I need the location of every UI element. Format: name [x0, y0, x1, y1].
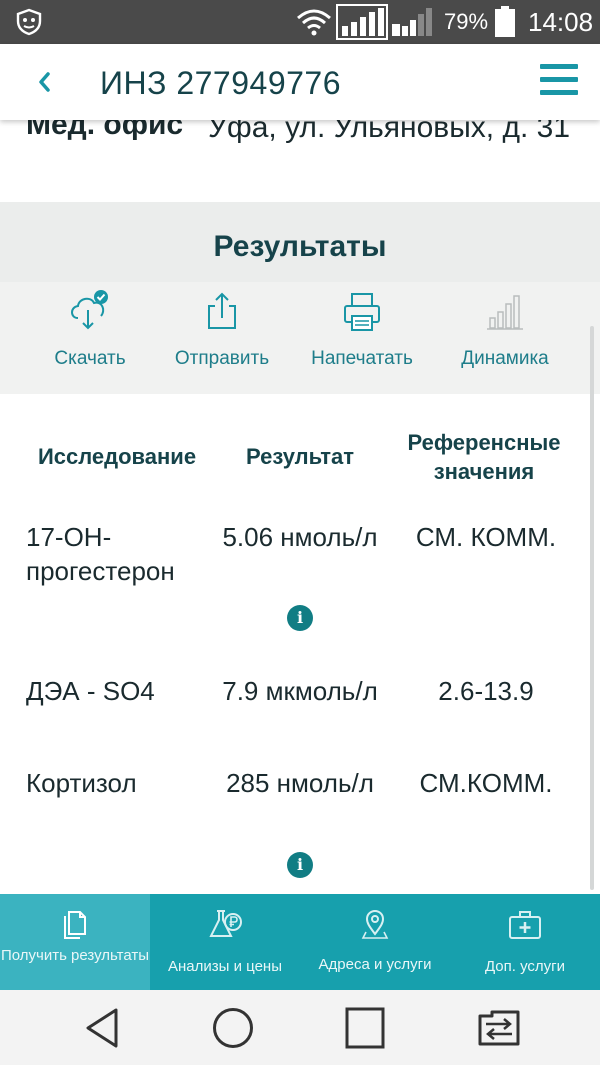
column-header-result: Результат [245, 444, 355, 469]
medical-kit-icon [509, 911, 541, 939]
scrollbar[interactable] [590, 326, 594, 890]
row-3-study: Кортизол [26, 768, 137, 798]
recents-square-icon[interactable] [344, 1006, 386, 1050]
tab-extra-services[interactable]: Доп. услуги [450, 894, 600, 990]
row-3-reference: СМ.КОММ. [419, 768, 553, 798]
print-label: Напечатать [311, 348, 413, 369]
app-header: ИНЗ 277949776 [0, 44, 600, 120]
tab-addresses-services-label: Адреса и услуги [318, 956, 432, 973]
status-bar: 79% 14:08 [0, 0, 600, 44]
row-3-result: 285 нмоль/л [226, 768, 374, 798]
signal-sim2-icon [392, 8, 432, 36]
back-triangle-icon[interactable] [82, 1006, 122, 1050]
results-table: Исследование Результат Референсные значе… [0, 394, 600, 894]
row-2-study: ДЭА - SO4 [26, 676, 155, 706]
tab-addresses-services[interactable]: Адреса и услуги [300, 894, 450, 990]
signal-sim1-icon [336, 4, 388, 40]
office-label: Мед. офис [26, 120, 184, 141]
map-pin-icon [361, 909, 389, 939]
home-circle-icon[interactable] [211, 1006, 255, 1050]
chevron-left-icon[interactable] [34, 64, 54, 100]
bar-chart-icon [487, 295, 523, 330]
share-icon [208, 292, 236, 329]
tab-analyses-prices-label: Анализы и цены [168, 958, 282, 975]
system-nav-bar [0, 990, 600, 1065]
battery-icon [495, 6, 515, 37]
cloud-download-icon [71, 290, 108, 330]
print-button[interactable]: Напечатать [296, 282, 428, 394]
bottom-nav: Получить результаты Анализы и цены Адрес… [0, 894, 600, 990]
column-header-study: Исследование [37, 444, 197, 469]
printer-icon [344, 293, 380, 331]
row-1-info-icon[interactable]: i [287, 605, 313, 631]
tab-extra-services-label: Доп. услуги [484, 958, 566, 975]
send-label: Отправить [174, 348, 270, 369]
switch-sim-icon[interactable] [472, 1006, 526, 1050]
tab-get-results-label: Получить результаты [0, 947, 150, 964]
results-actions: Скачать Отправить Напечатать Динамика [0, 282, 600, 394]
results-header: Результаты [0, 202, 600, 282]
row-2-result: 7.9 мкмоль/л [222, 676, 378, 706]
office-info: Мед. офис Уфа, ул. Ульяновых, д. 31 [0, 120, 600, 202]
row-1-result: 5.06 нмоль/л [222, 522, 378, 552]
document-icon [64, 911, 86, 939]
download-label: Скачать [54, 348, 126, 369]
office-address: Уфа, ул. Ульяновых, д. 31 [208, 120, 571, 144]
row-1-study: 17-ОН-прогестерон [26, 522, 175, 586]
tab-get-results[interactable]: Получить результаты [0, 894, 150, 990]
tab-analyses-prices[interactable]: Анализы и цены [150, 894, 300, 990]
row-2-reference: 2.6-13.9 [438, 676, 534, 706]
results-title: Результаты [213, 230, 387, 263]
row-3-info-icon[interactable]: i [287, 852, 313, 878]
download-button[interactable]: Скачать [20, 282, 160, 394]
battery-percent: 79% [444, 9, 489, 34]
flask-ruble-icon [209, 910, 242, 937]
app-screen: 79% 14:08 ИНЗ 277949776 Мед. офис Уфа, у… [0, 0, 600, 1065]
dynamics-label: Динамика [461, 348, 549, 369]
status-time: 14:08 [528, 7, 594, 37]
wifi-icon [297, 9, 331, 36]
dynamics-button[interactable]: Динамика [440, 282, 570, 394]
send-button[interactable]: Отправить [160, 282, 284, 394]
column-header-reference: Референсные значения [407, 430, 561, 484]
hamburger-menu-icon[interactable] [540, 64, 578, 100]
row-1-reference: СМ. КОММ. [415, 522, 557, 552]
antivirus-icon [16, 8, 42, 36]
page-title: ИНЗ 277949776 [100, 65, 341, 101]
